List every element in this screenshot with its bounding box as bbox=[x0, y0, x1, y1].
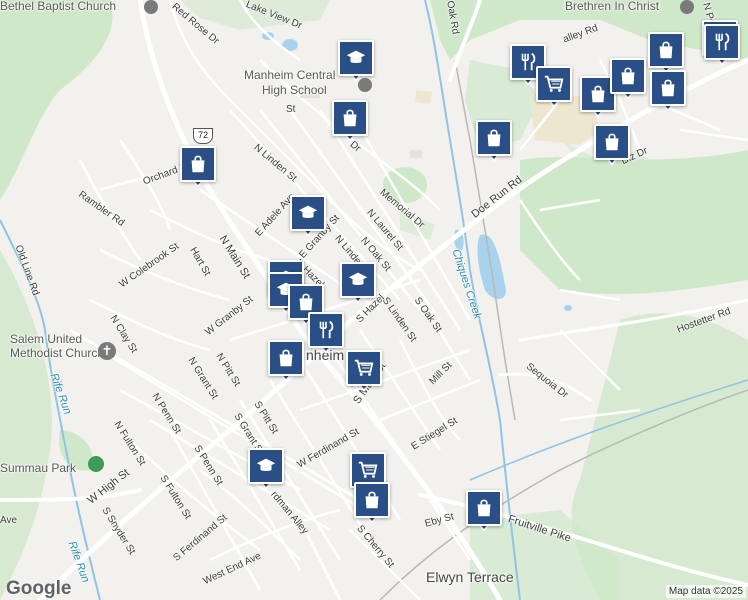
map-marker-school[interactable] bbox=[340, 262, 376, 306]
map-marker-shop[interactable] bbox=[354, 482, 390, 526]
map-marker-shop[interactable] bbox=[466, 490, 502, 534]
place-label-elwyn: Elwyn Terrace bbox=[426, 569, 514, 585]
map-marker-shop[interactable] bbox=[180, 146, 216, 190]
street-ave-w: Ave bbox=[0, 515, 18, 526]
church-icon-salem: ✝ bbox=[98, 342, 116, 360]
map-marker-shop[interactable] bbox=[594, 124, 630, 168]
map-marker-shop[interactable] bbox=[650, 70, 686, 114]
shopping-cart-icon bbox=[536, 66, 572, 102]
church-icon-2 bbox=[680, 0, 694, 14]
shopping-bag-icon bbox=[466, 490, 502, 526]
church-icon bbox=[144, 0, 158, 14]
map-marker-shop[interactable] bbox=[332, 100, 368, 144]
place-label-salem-1: Salem United bbox=[10, 332, 83, 346]
shopping-bag-icon bbox=[180, 146, 216, 182]
restaurant-icon bbox=[308, 312, 344, 348]
place-label-brethren: Brethren In Christ bbox=[565, 0, 660, 13]
shopping-bag-icon bbox=[332, 100, 368, 136]
place-label-bethel: Bethel Baptist Church bbox=[0, 0, 117, 13]
map-canvas[interactable]: Bethel Baptist Church Brethren In Christ… bbox=[0, 0, 748, 600]
map-marker-school[interactable] bbox=[338, 40, 374, 84]
school-icon bbox=[248, 448, 284, 484]
shopping-bag-icon bbox=[648, 32, 684, 68]
map-marker-school[interactable] bbox=[248, 448, 284, 492]
shopping-bag-icon bbox=[476, 120, 512, 156]
map-attribution[interactable]: Map data ©2025 bbox=[665, 585, 746, 598]
map-marker-restaurant[interactable] bbox=[308, 312, 344, 356]
street-st-short: St bbox=[286, 104, 296, 115]
map-marker-grocery[interactable] bbox=[536, 66, 572, 110]
park-icon bbox=[88, 456, 104, 472]
map-marker-shop[interactable] bbox=[268, 340, 304, 384]
map-marker-shop[interactable] bbox=[476, 120, 512, 164]
route-shield: 72 bbox=[193, 128, 213, 144]
shopping-bag-icon bbox=[650, 70, 686, 106]
shopping-bag-icon bbox=[354, 482, 390, 518]
place-label-hs-1: Manheim Central bbox=[244, 68, 336, 82]
restaurant-icon bbox=[704, 24, 740, 60]
shopping-bag-icon bbox=[268, 340, 304, 376]
place-label-park: Summau Park bbox=[0, 461, 77, 475]
shopping-bag-icon bbox=[610, 58, 646, 94]
map-marker-grocery[interactable] bbox=[346, 350, 382, 394]
school-icon bbox=[340, 262, 376, 298]
school-icon bbox=[338, 40, 374, 76]
shopping-cart-icon bbox=[346, 350, 382, 386]
map-marker-shop[interactable] bbox=[610, 58, 646, 102]
map-marker-restaurant[interactable] bbox=[704, 24, 740, 68]
shopping-bag-icon bbox=[594, 124, 630, 160]
school-icon bbox=[290, 195, 326, 231]
map-marker-school[interactable] bbox=[290, 195, 326, 239]
google-logo: Google bbox=[6, 578, 72, 599]
place-label-salem-2: Methodist Church bbox=[10, 346, 105, 360]
place-label-hs-2: High School bbox=[262, 83, 327, 97]
